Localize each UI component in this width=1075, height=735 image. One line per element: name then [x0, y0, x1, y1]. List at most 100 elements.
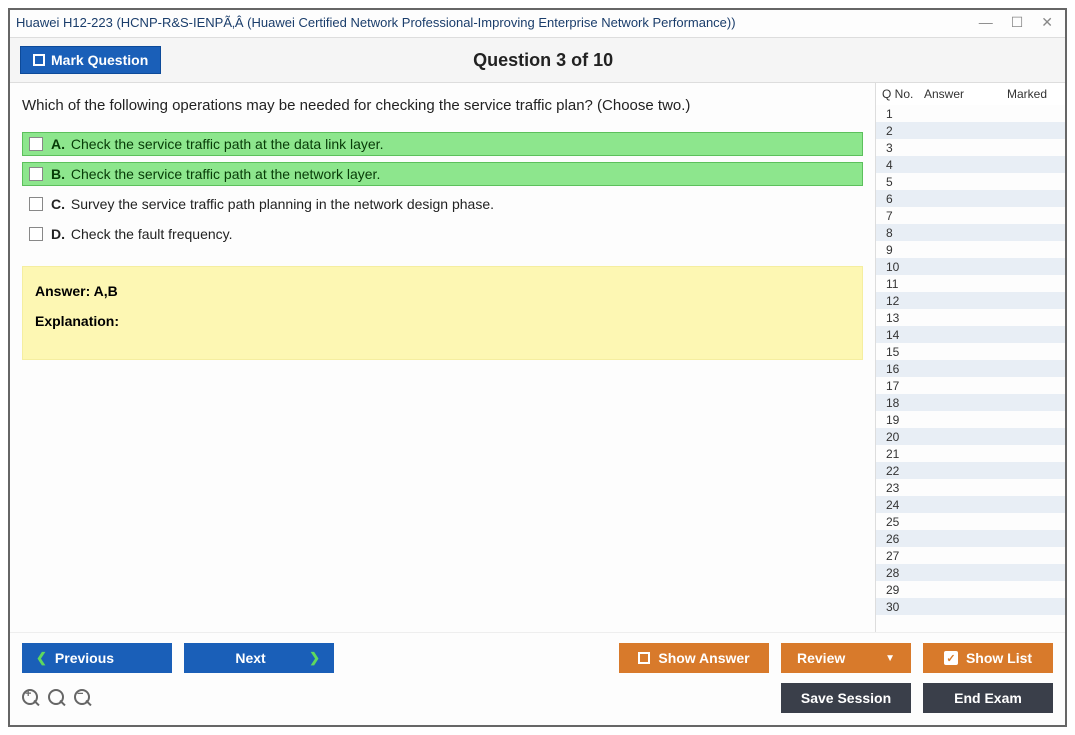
col-qno: Q No. [882, 87, 924, 101]
q-number: 19 [882, 413, 924, 427]
option-c[interactable]: C. Survey the service traffic path plann… [22, 192, 863, 216]
col-marked: Marked [994, 87, 1059, 101]
question-row[interactable]: 17 [876, 377, 1065, 394]
app-window: Huawei H12-223 (HCNP-R&S-IENPÃ‚Â (Huawei… [8, 8, 1067, 727]
q-number: 3 [882, 141, 924, 155]
check-icon: ✓ [944, 651, 958, 665]
header-bar: Mark Question Question 3 of 10 [10, 38, 1065, 83]
question-row[interactable]: 3 [876, 139, 1065, 156]
review-button[interactable]: Review ▼ [781, 643, 911, 673]
question-row[interactable]: 12 [876, 292, 1065, 309]
show-list-button[interactable]: ✓ Show List [923, 643, 1053, 673]
question-row[interactable]: 13 [876, 309, 1065, 326]
question-row[interactable]: 20 [876, 428, 1065, 445]
window-title: Huawei H12-223 (HCNP-R&S-IENPÃ‚Â (Huawei… [16, 15, 979, 30]
question-row[interactable]: 5 [876, 173, 1065, 190]
question-row[interactable]: 21 [876, 445, 1065, 462]
previous-label: Previous [55, 650, 114, 666]
maximize-icon[interactable]: ☐ [1011, 14, 1024, 31]
save-session-label: Save Session [801, 690, 891, 706]
q-number: 24 [882, 498, 924, 512]
checkbox-icon[interactable] [29, 167, 43, 181]
q-number: 10 [882, 260, 924, 274]
zoom-reset-icon[interactable] [48, 689, 66, 707]
question-row[interactable]: 1 [876, 105, 1065, 122]
question-list-header: Q No. Answer Marked [876, 83, 1065, 105]
question-row[interactable]: 19 [876, 411, 1065, 428]
q-number: 13 [882, 311, 924, 325]
q-number: 27 [882, 549, 924, 563]
body: Which of the following operations may be… [10, 83, 1065, 632]
chevron-left-icon: ❮ [36, 650, 47, 666]
window-controls: — ☐ ✕ [979, 14, 1059, 31]
q-number: 26 [882, 532, 924, 546]
show-answer-label: Show Answer [658, 650, 749, 666]
question-row[interactable]: 28 [876, 564, 1065, 581]
checkbox-icon[interactable] [29, 197, 43, 211]
minimize-icon[interactable]: — [979, 14, 993, 31]
mark-question-button[interactable]: Mark Question [20, 46, 161, 74]
show-answer-button[interactable]: Show Answer [619, 643, 769, 673]
q-number: 20 [882, 430, 924, 444]
question-row[interactable]: 8 [876, 224, 1065, 241]
checkbox-icon[interactable] [29, 137, 43, 151]
explanation-label: Explanation: [35, 313, 850, 329]
question-row[interactable]: 16 [876, 360, 1065, 377]
question-row[interactable]: 26 [876, 530, 1065, 547]
options-list: A. Check the service traffic path at the… [22, 132, 863, 246]
question-row[interactable]: 22 [876, 462, 1065, 479]
question-row[interactable]: 11 [876, 275, 1065, 292]
chevron-right-icon: ❯ [309, 650, 320, 666]
col-answer: Answer [924, 87, 994, 101]
save-session-button[interactable]: Save Session [781, 683, 911, 713]
question-row[interactable]: 9 [876, 241, 1065, 258]
zoom-controls: + − [22, 689, 92, 707]
question-row[interactable]: 29 [876, 581, 1065, 598]
question-row[interactable]: 14 [876, 326, 1065, 343]
q-number: 2 [882, 124, 924, 138]
previous-button[interactable]: ❮ Previous [22, 643, 172, 673]
q-number: 14 [882, 328, 924, 342]
titlebar: Huawei H12-223 (HCNP-R&S-IENPÃ‚Â (Huawei… [10, 10, 1065, 38]
question-row[interactable]: 25 [876, 513, 1065, 530]
end-exam-label: End Exam [954, 690, 1022, 706]
q-number: 28 [882, 566, 924, 580]
close-icon[interactable]: ✕ [1041, 14, 1053, 31]
option-a[interactable]: A. Check the service traffic path at the… [22, 132, 863, 156]
question-list[interactable]: 1234567891011121314151617181920212223242… [876, 105, 1065, 632]
question-row[interactable]: 24 [876, 496, 1065, 513]
checkbox-icon[interactable] [29, 227, 43, 241]
question-row[interactable]: 18 [876, 394, 1065, 411]
option-text: Survey the service traffic path planning… [71, 196, 494, 212]
q-number: 6 [882, 192, 924, 206]
question-row[interactable]: 10 [876, 258, 1065, 275]
q-number: 30 [882, 600, 924, 614]
zoom-in-icon[interactable]: + [22, 689, 40, 707]
question-row[interactable]: 23 [876, 479, 1065, 496]
q-number: 23 [882, 481, 924, 495]
option-text: Check the service traffic path at the da… [71, 136, 384, 152]
question-row[interactable]: 2 [876, 122, 1065, 139]
next-button[interactable]: Next ❯ [184, 643, 334, 673]
show-list-label: Show List [966, 650, 1032, 666]
zoom-out-icon[interactable]: − [74, 689, 92, 707]
question-row[interactable]: 15 [876, 343, 1065, 360]
q-number: 29 [882, 583, 924, 597]
question-row[interactable]: 4 [876, 156, 1065, 173]
question-row[interactable]: 6 [876, 190, 1065, 207]
question-row[interactable]: 30 [876, 598, 1065, 615]
option-b[interactable]: B. Check the service traffic path at the… [22, 162, 863, 186]
question-text: Which of the following operations may be… [22, 97, 863, 114]
end-exam-button[interactable]: End Exam [923, 683, 1053, 713]
q-number: 21 [882, 447, 924, 461]
option-d[interactable]: D. Check the fault frequency. [22, 222, 863, 246]
q-number: 5 [882, 175, 924, 189]
option-letter: A. [51, 136, 65, 152]
q-number: 16 [882, 362, 924, 376]
q-number: 15 [882, 345, 924, 359]
question-row[interactable]: 7 [876, 207, 1065, 224]
q-number: 1 [882, 107, 924, 121]
option-letter: C. [51, 196, 65, 212]
question-row[interactable]: 27 [876, 547, 1065, 564]
footer: ❮ Previous Next ❯ Show Answer Review ▼ ✓… [10, 632, 1065, 725]
